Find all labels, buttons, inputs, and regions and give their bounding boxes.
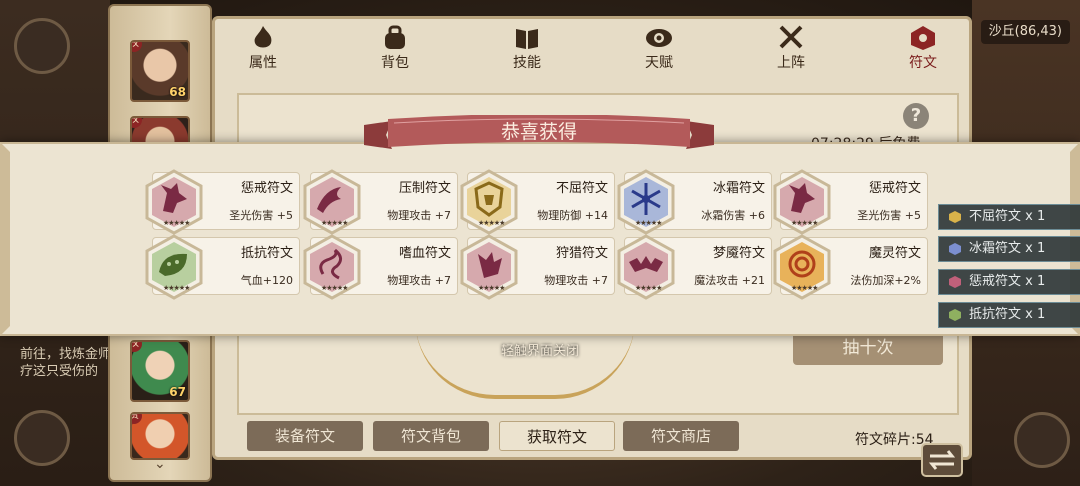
rune-stat: 物理攻击 +7 bbox=[387, 274, 451, 287]
rune-mini-icon bbox=[949, 309, 961, 321]
rune-reward-card[interactable]: 压制符文物理攻击 +7 ★★★★★ bbox=[303, 169, 458, 235]
summary-label: 不屈符文 x 1 bbox=[969, 209, 1046, 224]
tab-label: 属性 bbox=[249, 55, 277, 71]
rune-star-rating: ★★★★★ bbox=[321, 284, 348, 292]
summary-label: 抵抗符文 x 1 bbox=[969, 307, 1046, 322]
tab-label: 天赋 bbox=[645, 55, 673, 71]
rune-icon bbox=[911, 26, 935, 50]
reward-summary-item: 惩戒符文 x 1 bbox=[938, 269, 1080, 295]
character-portrait[interactable]: 赏 bbox=[130, 412, 190, 460]
rune-star-rating: ★★★★★ bbox=[635, 284, 662, 292]
rune-stat: 气血+120 bbox=[240, 274, 293, 287]
modal-edge-left bbox=[0, 142, 10, 336]
equip-runes-button[interactable]: 装备符文 bbox=[247, 421, 363, 451]
rune-stat: 冰霜伤害 +6 bbox=[701, 209, 765, 222]
crossed-swords-icon bbox=[779, 25, 803, 49]
eye-icon bbox=[646, 29, 672, 47]
rank-badge: 权 bbox=[132, 118, 142, 128]
skill-button-icon[interactable] bbox=[1014, 412, 1070, 468]
rune-star-rating: ★★★★★ bbox=[321, 219, 348, 227]
tap-to-close-hint: 轻触界面关闭 bbox=[500, 344, 579, 359]
rune-shop-button[interactable]: 符文商店 bbox=[623, 421, 739, 451]
rune-stat: 魔法攻击 +21 bbox=[694, 274, 765, 287]
rune-mini-icon bbox=[949, 211, 961, 223]
rune-name: 冰霜符文 bbox=[712, 181, 765, 196]
tab-skills[interactable]: 技能 bbox=[487, 23, 567, 75]
rune-mini-icon bbox=[949, 276, 961, 288]
tab-label: 上阵 bbox=[777, 55, 805, 71]
rank-badge: 权 bbox=[132, 42, 142, 52]
rune-reward-card[interactable]: 惩戒符文圣光伤害 +5 ★★★★★ bbox=[145, 169, 300, 235]
rune-reward-card[interactable]: 不屈符文物理防御 +14 ★★★★★ bbox=[460, 169, 615, 235]
swap-arrows-icon[interactable] bbox=[918, 440, 966, 480]
avatar-frame-icon[interactable] bbox=[14, 18, 70, 74]
rune-name: 不屈符文 bbox=[555, 181, 608, 196]
rune-bag-button[interactable]: 符文背包 bbox=[373, 421, 489, 451]
tab-bar: 属性 背包 技能 天赋 上阵 符文 bbox=[215, 19, 969, 79]
flame-icon bbox=[254, 26, 272, 48]
tab-lineup[interactable]: 上阵 bbox=[751, 23, 831, 75]
rune-name: 梦魇符文 bbox=[712, 246, 765, 261]
chevron-down-icon[interactable]: ⌄ bbox=[154, 456, 166, 472]
tab-backpack[interactable]: 背包 bbox=[355, 23, 435, 75]
rune-star-rating: ★★★★★ bbox=[163, 284, 190, 292]
rune-reward-card[interactable]: 抵抗符文气血+120 ★★★★★ bbox=[145, 234, 300, 300]
rune-star-rating: ★★★★★ bbox=[163, 219, 190, 227]
rune-name: 惩戒符文 bbox=[868, 181, 921, 196]
rune-name: 抵抗符文 bbox=[240, 246, 293, 261]
rune-name: 狩猎符文 bbox=[555, 246, 608, 261]
map-button-icon[interactable] bbox=[14, 410, 70, 466]
rune-reward-card[interactable]: 魔灵符文法伤加深+2% ★★★★★ bbox=[773, 234, 928, 300]
rune-stat: 圣光伤害 +5 bbox=[229, 209, 293, 222]
character-level: 68 bbox=[169, 85, 186, 99]
rune-reward-card[interactable]: 嗜血符文物理攻击 +7 ★★★★★ bbox=[303, 234, 458, 300]
rune-stat: 圣光伤害 +5 bbox=[857, 209, 921, 222]
tab-label: 技能 bbox=[513, 55, 541, 71]
rune-stat: 法伤加深+2% bbox=[850, 274, 921, 287]
reward-summary-item: 不屈符文 x 1 bbox=[938, 204, 1080, 230]
summary-label: 冰霜符文 x 1 bbox=[969, 241, 1046, 256]
rune-name: 压制符文 bbox=[398, 181, 451, 196]
rank-badge: 赏 bbox=[132, 414, 142, 424]
rune-star-rating: ★★★★★ bbox=[635, 219, 662, 227]
rune-star-rating: ★★★★★ bbox=[791, 219, 818, 227]
reward-summary-item: 抵抗符文 x 1 bbox=[938, 302, 1080, 328]
summary-label: 惩戒符文 x 1 bbox=[969, 274, 1046, 289]
get-runes-button[interactable]: 获取符文 bbox=[499, 421, 615, 451]
tab-talent[interactable]: 天赋 bbox=[619, 23, 699, 75]
tab-label: 背包 bbox=[381, 55, 409, 71]
tab-label: 符文 bbox=[909, 55, 937, 71]
tab-attributes[interactable]: 属性 bbox=[223, 23, 303, 75]
rune-name: 惩戒符文 bbox=[240, 181, 293, 196]
rune-stat: 物理防御 +14 bbox=[537, 209, 608, 222]
character-level: 67 bbox=[169, 385, 186, 399]
reward-summary-item: 冰霜符文 x 1 bbox=[938, 236, 1080, 262]
rune-stat: 物理攻击 +7 bbox=[544, 274, 608, 287]
rune-star-rating: ★★★★★ bbox=[791, 284, 818, 292]
rune-reward-card[interactable]: 惩戒符文圣光伤害 +5 ★★★★★ bbox=[773, 169, 928, 235]
bag-icon bbox=[385, 25, 405, 49]
rune-star-rating: ★★★★★ bbox=[478, 219, 505, 227]
tab-runes[interactable]: 符文 bbox=[883, 23, 963, 75]
rune-stat: 物理攻击 +7 bbox=[387, 209, 451, 222]
reward-title: 恭喜获得 bbox=[500, 121, 577, 143]
book-icon bbox=[516, 29, 538, 49]
location-coordinates: 沙丘(86,43) bbox=[980, 20, 1070, 44]
rune-star-rating: ★★★★★ bbox=[478, 284, 505, 292]
rune-reward-card[interactable]: 梦魇符文魔法攻击 +21 ★★★★★ bbox=[617, 234, 772, 300]
rune-mini-icon bbox=[949, 243, 961, 255]
rune-name: 魔灵符文 bbox=[868, 246, 921, 261]
rune-reward-card[interactable]: 狩猎符文物理攻击 +7 ★★★★★ bbox=[460, 234, 615, 300]
rune-reward-card[interactable]: 冰霜符文冰霜伤害 +6 ★★★★★ bbox=[617, 169, 772, 235]
character-portrait[interactable]: 权 68 bbox=[130, 40, 190, 102]
rune-name: 嗜血符文 bbox=[398, 246, 451, 261]
help-icon[interactable]: ? bbox=[903, 103, 929, 129]
